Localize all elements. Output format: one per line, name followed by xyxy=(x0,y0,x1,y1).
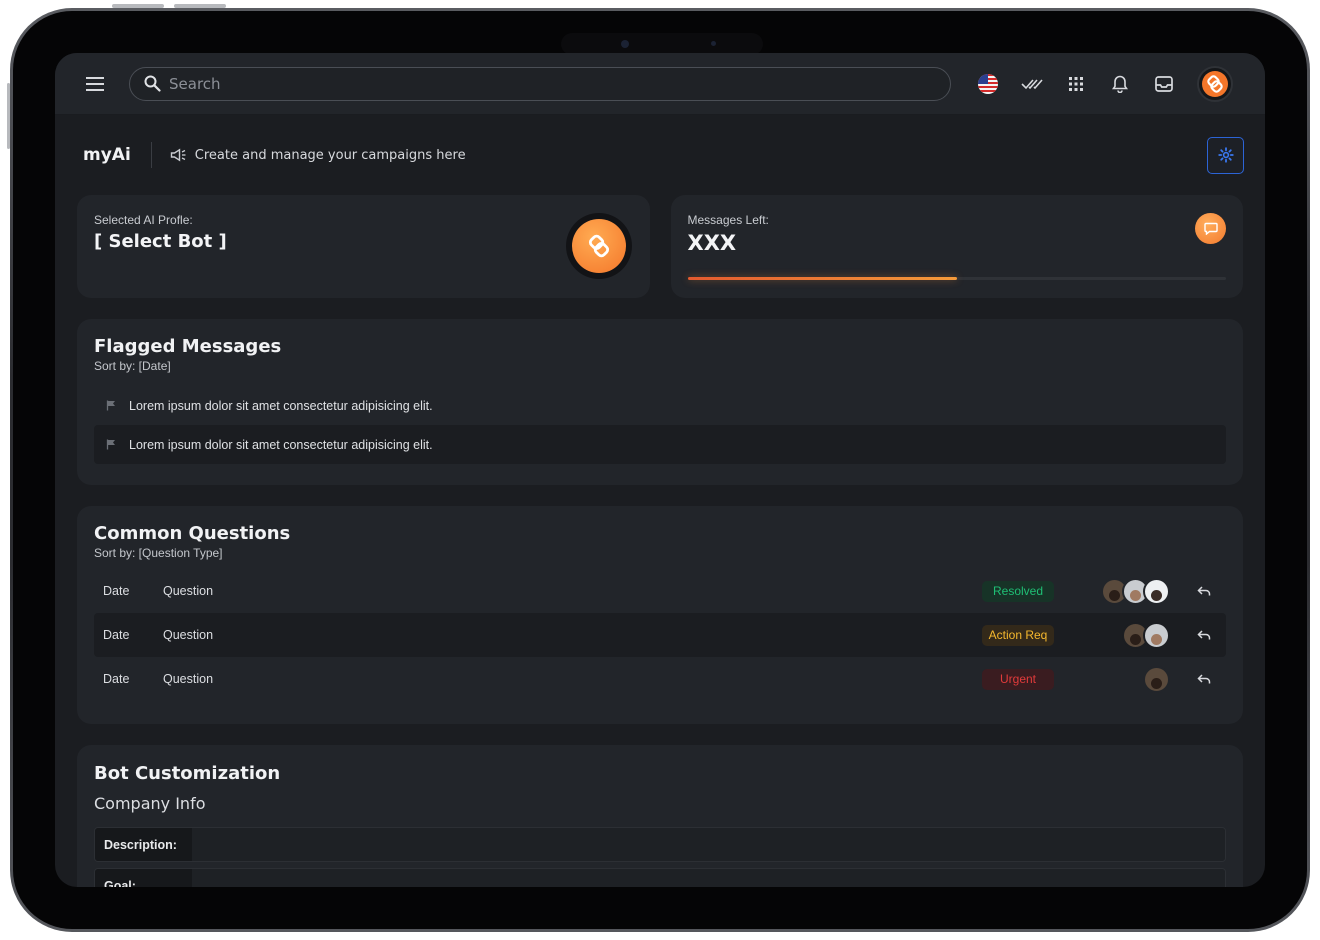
messages-progress-fill xyxy=(687,277,957,280)
camera-lens xyxy=(621,40,629,48)
question-text: Question xyxy=(163,672,214,686)
description-input[interactable] xyxy=(192,828,1225,861)
customization-title: Bot Customization xyxy=(94,763,281,784)
question-row[interactable]: Date Question Urgent xyxy=(94,657,1226,701)
flag-icon xyxy=(104,438,118,452)
questions-sort[interactable]: Sort by: [Question Type] xyxy=(94,546,1226,560)
reply-icon[interactable] xyxy=(1196,627,1212,643)
company-info-heading: Company Info xyxy=(94,794,206,813)
flagged-messages-panel: Flagged Messages Sort by: [Date] Lorem i… xyxy=(77,319,1243,485)
questions-table: Date Question Resolved Date Question Act… xyxy=(94,569,1226,701)
volume-button xyxy=(174,4,226,8)
question-date: Date xyxy=(103,584,130,598)
flagged-item[interactable]: Lorem ipsum dolor sit amet consectetur a… xyxy=(94,386,1226,425)
megaphone-icon xyxy=(170,148,187,162)
question-date: Date xyxy=(103,672,130,686)
profile-value[interactable]: [ Select Bot ] xyxy=(94,231,633,252)
search-input[interactable] xyxy=(169,74,869,93)
subtitle-text: Create and manage your campaigns here xyxy=(194,147,466,163)
messages-left-card: Messages Left: XXX xyxy=(670,195,1243,298)
power-button xyxy=(7,83,10,149)
bot-logo-icon xyxy=(571,219,626,273)
inbox-icon[interactable] xyxy=(1153,73,1175,95)
flag-icon xyxy=(104,399,118,413)
assignee-avatars xyxy=(1122,621,1170,649)
camera-housing xyxy=(561,33,763,55)
flagged-item-text: Lorem ipsum dolor sit amet consectetur a… xyxy=(129,437,433,452)
page-title: myAi xyxy=(83,145,131,165)
flagged-item-text: Lorem ipsum dolor sit amet consectetur a… xyxy=(129,398,433,413)
bell-icon[interactable] xyxy=(1109,73,1131,95)
goal-field: Goal: xyxy=(94,868,1226,887)
summary-cards: Selected AI Profle: [ Select Bot ] Messa xyxy=(77,195,1243,298)
brand-logo-icon xyxy=(1202,70,1228,97)
flagged-sort[interactable]: Sort by: [Date] xyxy=(94,359,1226,373)
main-content: myAi Create and manage your campaigns he… xyxy=(55,115,1265,887)
reply-icon[interactable] xyxy=(1196,583,1212,599)
assignee-avatars xyxy=(1101,577,1170,605)
bot-customization-panel: Bot Customization Company Info Descripti… xyxy=(77,745,1243,887)
settings-button[interactable] xyxy=(1207,136,1244,174)
sensor xyxy=(711,41,716,46)
flagged-list: Lorem ipsum dolor sit amet consectetur a… xyxy=(94,386,1226,464)
questions-title: Common Questions xyxy=(94,523,291,544)
messages-label: Messages Left: xyxy=(687,213,769,227)
avatar[interactable] xyxy=(1143,577,1170,605)
ai-profile-card[interactable]: Selected AI Profle: [ Select Bot ] xyxy=(77,195,650,298)
question-text: Question xyxy=(163,628,214,642)
bot-avatar[interactable] xyxy=(565,213,632,279)
app-screen: myAi Create and manage your campaigns he… xyxy=(55,53,1265,887)
header-divider xyxy=(150,142,152,168)
common-questions-panel: Common Questions Sort by: [Question Type… xyxy=(77,506,1243,724)
profile-label: Selected AI Profle: xyxy=(94,213,193,227)
flagged-item[interactable]: Lorem ipsum dolor sit amet consectetur a… xyxy=(94,425,1226,464)
chat-icon[interactable] xyxy=(1195,213,1226,244)
page-header: myAi Create and manage your campaigns he… xyxy=(77,115,1244,195)
top-bar xyxy=(55,53,1265,115)
search-icon xyxy=(144,75,161,92)
double-check-icon[interactable] xyxy=(1021,73,1043,95)
goal-label: Goal: xyxy=(95,869,192,887)
question-row[interactable]: Date Question Resolved xyxy=(94,569,1226,613)
status-badge: Action Req xyxy=(982,624,1054,646)
reply-icon[interactable] xyxy=(1196,671,1212,687)
question-date: Date xyxy=(103,628,130,642)
question-row[interactable]: Date Question Action Req xyxy=(94,613,1226,657)
status-badge: Urgent xyxy=(982,668,1054,690)
status-badge: Resolved xyxy=(982,580,1054,602)
flagged-title: Flagged Messages xyxy=(94,336,282,357)
gear-icon xyxy=(1217,147,1234,163)
apps-grid-icon[interactable] xyxy=(1065,73,1087,95)
menu-icon[interactable] xyxy=(83,72,107,96)
us-flag-icon[interactable] xyxy=(977,73,999,95)
messages-progress-bar xyxy=(687,277,1226,280)
description-label: Description: xyxy=(95,828,192,861)
avatar[interactable] xyxy=(1143,665,1170,693)
description-field: Description: xyxy=(94,827,1226,862)
avatar[interactable] xyxy=(1143,621,1170,649)
messages-value: XXX xyxy=(687,231,737,255)
question-text: Question xyxy=(163,584,214,598)
goal-input[interactable] xyxy=(192,869,1225,887)
user-avatar[interactable] xyxy=(1197,65,1233,102)
volume-button xyxy=(112,4,164,8)
top-icon-group xyxy=(977,65,1233,102)
page-subtitle: Create and manage your campaigns here xyxy=(170,148,466,163)
search-bar[interactable] xyxy=(129,66,951,101)
assignee-avatars xyxy=(1143,665,1170,693)
